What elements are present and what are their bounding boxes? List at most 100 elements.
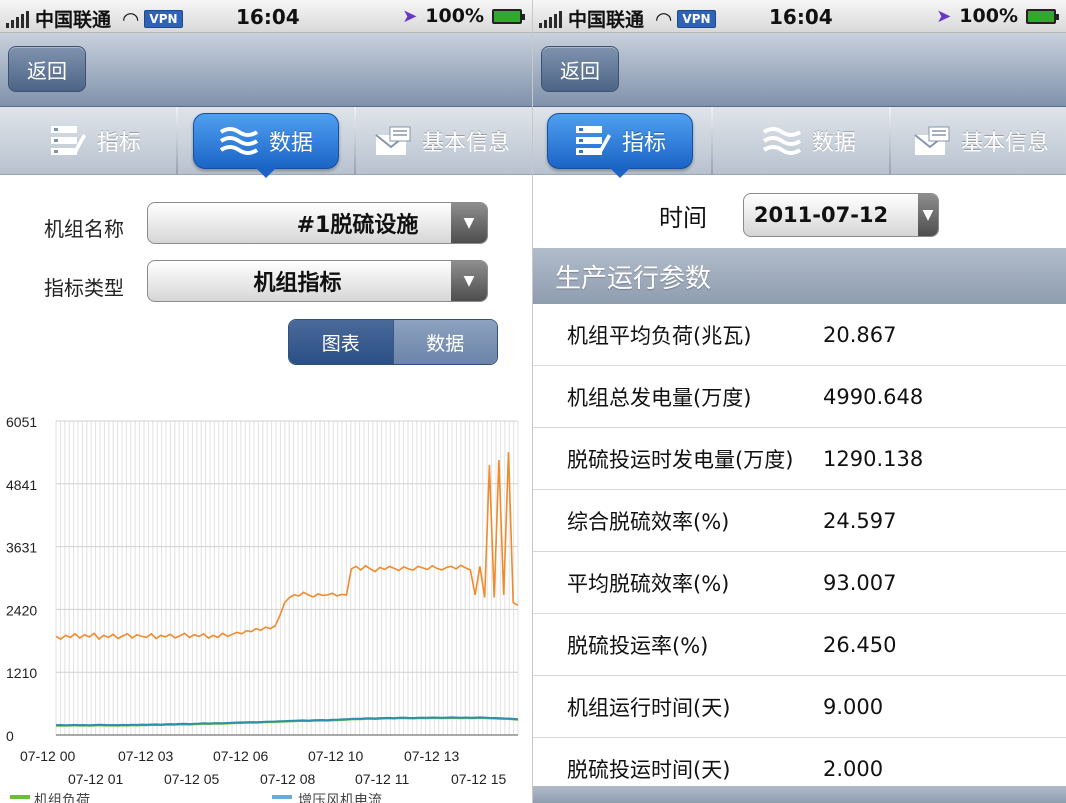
param-value: 93.007: [823, 570, 897, 595]
param-value: 2.000: [823, 756, 884, 781]
x-tick-label: 07-12 13: [404, 748, 459, 764]
carrier-group: 中国联通 ◠ VPN: [539, 5, 716, 32]
x-tick-label: 07-12 11: [355, 771, 409, 787]
date-label: 时间: [659, 204, 707, 232]
basic-info-icon: [375, 126, 411, 155]
param-value: 1290.138: [823, 446, 924, 471]
y-tick-label: 2420: [6, 602, 37, 618]
carrier-name: 中国联通: [35, 9, 112, 31]
chevron-down-icon: ▼: [451, 261, 487, 301]
indicator-icon: [575, 126, 611, 155]
param-value: 26.450: [823, 632, 897, 657]
tab-data[interactable]: 数据: [193, 113, 339, 178]
x-tick-label: 07-12 15: [451, 771, 506, 787]
battery-percent: 100%: [959, 5, 1018, 27]
param-row: 脱硫投运率(%) 26.450: [533, 614, 1066, 676]
signal-icon: [6, 10, 29, 28]
data-view-button[interactable]: 数据: [392, 320, 497, 364]
right-screen: 中国联通 ◠ VPN 16:04 ➤ 100% 返回 指标 数据 基本信息 时间: [532, 0, 1066, 803]
tab-separator: [354, 107, 356, 175]
tab-indicators[interactable]: 指标: [547, 113, 693, 178]
line-chart: 6051 4841 3631 2420 1210 0 07-12 00 07-12 03 07-…: [0, 405, 532, 803]
y-tick-label: 1210: [6, 665, 37, 681]
tab-separator: [889, 107, 891, 175]
indicator-type-select[interactable]: 机组指标 ▼: [147, 260, 488, 302]
status-right: ➤ 100%: [402, 5, 525, 27]
tab-label: 数据: [811, 131, 856, 156]
signal-icon: [539, 10, 562, 28]
param-value: 24.597: [823, 508, 897, 533]
section-header: 生产运行参数: [533, 248, 1066, 304]
tab-data[interactable]: 数据: [729, 113, 889, 169]
tab-basic-info[interactable]: 基本信息: [362, 113, 522, 169]
indicator-icon: [50, 126, 86, 155]
chevron-down-icon: ▼: [451, 203, 487, 243]
status-time: 16:04: [236, 5, 300, 29]
location-icon: ➤: [402, 5, 418, 27]
data-waves-icon: [219, 127, 259, 155]
wifi-icon: ◠: [123, 6, 139, 31]
battery-icon: [1026, 8, 1059, 24]
param-name: 脱硫投运时间(天): [567, 757, 731, 782]
legend-swatch: [272, 795, 292, 799]
status-bar: 中国联通 ◠ VPN 16:04 ➤ 100%: [0, 0, 532, 33]
param-row: 机组总发电量(万度) 4990.648: [533, 366, 1066, 428]
tab-bar: 指标 数据 基本信息: [533, 107, 1066, 178]
unit-name-label: 机组名称: [44, 217, 124, 241]
battery-icon: [492, 8, 525, 24]
wifi-icon: ◠: [656, 6, 672, 31]
nav-bar: 返回: [533, 33, 1066, 107]
param-row: 脱硫投运时发电量(万度) 1290.138: [533, 428, 1066, 490]
x-tick-label: 07-12 00: [20, 748, 75, 764]
tab-indicators[interactable]: 指标: [20, 113, 170, 169]
chart-view-button[interactable]: 图表: [289, 320, 393, 364]
param-row: 机组运行时间(天) 9.000: [533, 676, 1066, 738]
y-tick-label: 4841: [6, 477, 37, 493]
legend-label: 机组负荷: [34, 792, 90, 803]
param-value: 4990.648: [823, 384, 924, 409]
carrier-name: 中国联通: [568, 9, 645, 31]
battery-percent: 100%: [425, 5, 484, 27]
chevron-down-icon: ▼: [918, 194, 938, 236]
status-time: 16:04: [769, 5, 833, 29]
x-tick-label: 07-12 01: [68, 771, 123, 787]
next-section-header: [533, 786, 1066, 803]
status-right: ➤ 100%: [936, 5, 1059, 27]
param-value: 20.867: [823, 322, 897, 347]
unit-name-select[interactable]: #1脱硫设施 ▼: [147, 202, 488, 244]
tab-separator: [176, 107, 178, 175]
back-button[interactable]: 返回: [541, 46, 619, 92]
vpn-badge: VPN: [144, 9, 183, 28]
x-tick-label: 07-12 05: [164, 771, 219, 787]
tab-bar: 指标 数据 基本信息: [0, 107, 532, 178]
param-name: 平均脱硫效率(%): [567, 571, 730, 596]
date-select[interactable]: 2011-07-12 ▼: [743, 193, 939, 237]
left-screen: 中国联通 ◠ VPN 16:04 ➤ 100% 返回 指标 数据 基本信息 机组…: [0, 0, 532, 803]
vpn-badge: VPN: [677, 9, 716, 28]
view-toggle: 图表 数据: [288, 319, 498, 365]
x-tick-label: 07-12 03: [118, 748, 173, 764]
basic-info-icon: [914, 126, 950, 155]
x-tick-label: 07-12 06: [213, 748, 268, 764]
series-line: [55, 452, 519, 641]
param-row: 综合脱硫效率(%) 24.597: [533, 490, 1066, 552]
tab-basic-info[interactable]: 基本信息: [899, 113, 1063, 169]
tab-label: 指标: [96, 131, 141, 156]
indicator-type-label: 指标类型: [44, 276, 124, 300]
param-name: 脱硫投运时发电量(万度): [567, 447, 794, 472]
param-value: 9.000: [823, 694, 884, 719]
chart-svg: 6051 4841 3631 2420 1210 0 07-12 00 07-12 03 07-…: [6, 414, 519, 803]
unit-name-value: #1脱硫设施: [296, 213, 419, 238]
back-button[interactable]: 返回: [8, 46, 86, 92]
nav-bar: 返回: [0, 33, 532, 107]
legend-label: 增压风机电流: [298, 792, 382, 803]
y-tick-label: 3631: [6, 540, 37, 556]
tab-label: 基本信息: [960, 131, 1049, 156]
location-icon: ➤: [936, 5, 952, 27]
tab-label: 指标: [621, 131, 666, 156]
carrier-group: 中国联通 ◠ VPN: [6, 5, 183, 32]
y-tick-label: 6051: [6, 414, 37, 430]
y-tick-label: 0: [6, 728, 14, 744]
status-bar: 中国联通 ◠ VPN 16:04 ➤ 100%: [533, 0, 1066, 33]
param-name: 脱硫投运率(%): [567, 633, 709, 658]
